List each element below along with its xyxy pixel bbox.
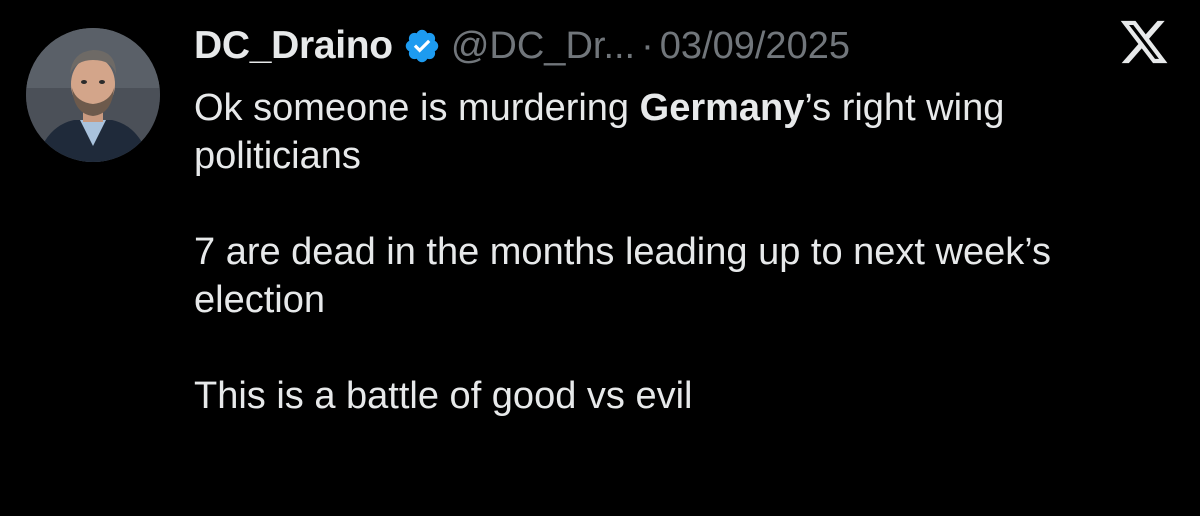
tweet-header: DC_Draino @DC_Dr... · 03/09/2025 <box>194 18 850 74</box>
avatar-photo-icon <box>26 28 160 162</box>
tweet-card: DC_Draino @DC_Dr... · 03/09/2025 Ok some… <box>0 0 1200 516</box>
tweet-body: Ok someone is murdering Germany’s right … <box>194 84 1154 420</box>
display-name[interactable]: DC_Draino <box>194 24 393 68</box>
tweet-paragraph-2: 7 are dead in the months leading up to n… <box>194 231 1051 321</box>
tweet-text-segment: Ok someone is murdering <box>194 87 640 129</box>
tweet-paragraph-1: Ok someone is murdering Germany’s right … <box>194 84 1154 180</box>
header-separator: · <box>641 24 654 67</box>
avatar[interactable] <box>26 28 160 162</box>
tweet-text-bold-keyword: Germany <box>639 87 805 129</box>
verified-badge-icon <box>403 27 441 65</box>
tweet-date[interactable]: 03/09/2025 <box>660 25 850 68</box>
user-handle[interactable]: @DC_Dr... <box>451 25 635 68</box>
tweet-paragraph-3: This is a battle of good vs evil <box>194 375 693 417</box>
x-logo-icon[interactable] <box>1118 16 1170 68</box>
